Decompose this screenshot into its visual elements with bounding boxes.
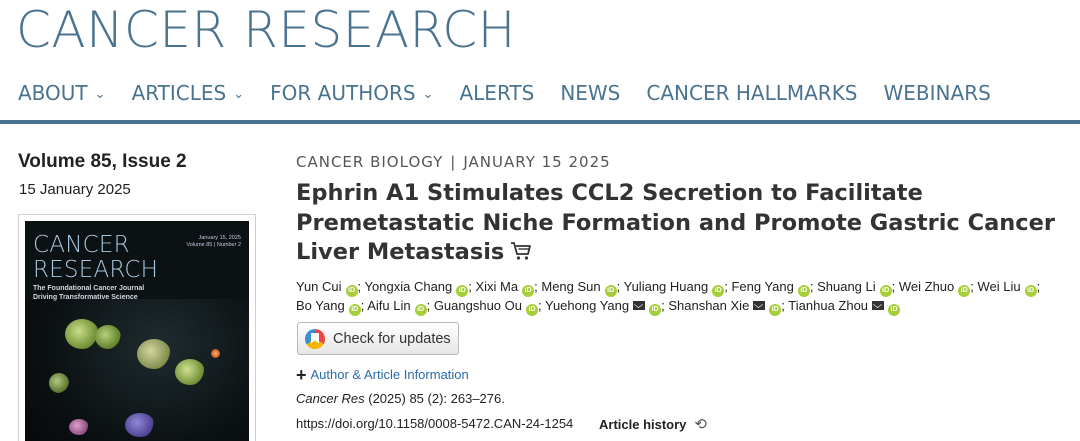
nav-about[interactable]: ABOUT ⌄ — [18, 78, 106, 108]
envelope-icon[interactable] — [633, 301, 646, 310]
issue-cover[interactable]: CANCER RESEARCH January 15, 2025 Volume … — [18, 214, 256, 441]
author-link[interactable]: Yun Cui iD — [296, 279, 358, 297]
nav-alerts[interactable]: ALERTS — [459, 78, 534, 108]
nav-cancer-hallmarks[interactable]: CANCER HALLMARKS — [646, 78, 857, 108]
cover-art — [65, 319, 99, 349]
author-link[interactable]: Shuang Li iD — [817, 279, 892, 297]
crossmark-icon — [305, 328, 325, 349]
article-category[interactable]: CANCER BIOLOGY — [296, 153, 443, 171]
orcid-icon[interactable]: iD — [522, 285, 535, 297]
article-title: Ephrin A1 Stimulates CCL2 Secretion to F… — [296, 179, 1066, 270]
cover-image: CANCER RESEARCH January 15, 2025 Volume … — [25, 221, 249, 441]
author-link[interactable]: Wei Liu iD — [978, 279, 1037, 297]
author-link[interactable]: Meng Sun iD — [541, 279, 617, 297]
author-link[interactable]: Tianhua Zhou iD — [788, 298, 901, 316]
envelope-icon[interactable] — [753, 301, 766, 310]
chevron-down-icon: ⌄ — [94, 86, 106, 102]
orcid-icon[interactable]: iD — [797, 285, 810, 297]
orcid-icon[interactable]: iD — [769, 304, 782, 316]
nav-news[interactable]: NEWS — [560, 78, 620, 108]
header-divider — [0, 120, 1080, 124]
issue-date: 15 January 2025 — [19, 181, 131, 198]
envelope-icon[interactable] — [872, 301, 885, 310]
doi-link[interactable]: https://doi.org/10.1158/0008-5472.CAN-24… — [296, 416, 573, 431]
journal-logo[interactable]: CANCER RESEARCH — [16, 0, 516, 60]
author-list: Yun Cui iD; Yongxia Chang iD; Xixi Ma iD; M… — [296, 278, 1076, 316]
cover-date: January 15, 2025 Volume 85 | Number 2 — [186, 235, 241, 248]
article-history-button[interactable]: Article history ⟲ — [599, 415, 707, 433]
orcid-icon[interactable]: iD — [345, 285, 358, 297]
author-link[interactable]: Yongxia Chang iD — [365, 279, 469, 297]
nav-articles[interactable]: ARTICLES ⌄ — [132, 78, 245, 108]
issue-volume[interactable]: Volume 85, Issue 2 — [18, 151, 187, 173]
meta-separator: | — [450, 153, 457, 171]
orcid-icon[interactable]: iD — [414, 304, 427, 316]
check-updates-button[interactable]: Check for updates — [297, 322, 459, 355]
article-date: JANUARY 15 2025 — [463, 153, 611, 171]
orcid-icon[interactable]: iD — [879, 285, 892, 297]
author-link[interactable]: Shanshan Xie iD — [668, 298, 782, 316]
main-nav: ABOUT ⌄ ARTICLES ⌄ FOR AUTHORS ⌄ ALERTS NEWS CAN… — [18, 78, 1017, 108]
orcid-icon[interactable]: iD — [712, 285, 725, 297]
orcid-icon[interactable]: iD — [456, 285, 469, 297]
author-link[interactable]: Guangshuo Ou iD — [434, 298, 538, 316]
orcid-icon[interactable]: iD — [649, 304, 662, 316]
author-article-info-toggle[interactable]: + Author & Article Information — [296, 364, 469, 385]
citation: Cancer Res (2025) 85 (2): 263–276. — [296, 391, 505, 406]
author-link[interactable]: Yuliang Huang iD — [624, 279, 725, 297]
orcid-icon[interactable]: iD — [526, 304, 538, 316]
chevron-down-icon: ⌄ — [422, 86, 434, 102]
plus-icon: + — [296, 364, 307, 385]
orcid-icon[interactable]: iD — [1024, 285, 1037, 297]
author-link[interactable]: Feng Yang iD — [731, 279, 810, 297]
orcid-icon[interactable]: iD — [348, 304, 361, 316]
author-link[interactable]: Bo Yang iD — [296, 298, 361, 316]
article-meta: CANCER BIOLOGY | JANUARY 15 2025 — [296, 153, 611, 171]
chevron-down-icon: ⌄ — [233, 86, 245, 102]
cart-icon[interactable] — [510, 240, 532, 270]
author-link[interactable]: Wei Zhuo iD — [899, 279, 971, 297]
author-link[interactable]: Aifu Lin iD — [367, 298, 427, 316]
orcid-icon[interactable]: iD — [958, 285, 971, 297]
nav-for-authors[interactable]: FOR AUTHORS ⌄ — [270, 78, 433, 108]
author-link[interactable]: Xixi Ma iD — [476, 279, 535, 297]
history-icon: ⟲ — [694, 416, 707, 433]
cover-tagline: The Foundational Cancer Journal Driving … — [33, 285, 145, 301]
orcid-icon[interactable]: iD — [604, 285, 617, 297]
nav-webinars[interactable]: WEBINARS — [884, 78, 991, 108]
orcid-icon[interactable]: iD — [888, 304, 901, 316]
author-link[interactable]: Yuehong Yang iD — [545, 298, 662, 316]
cover-title: CANCER RESEARCH — [33, 232, 159, 283]
